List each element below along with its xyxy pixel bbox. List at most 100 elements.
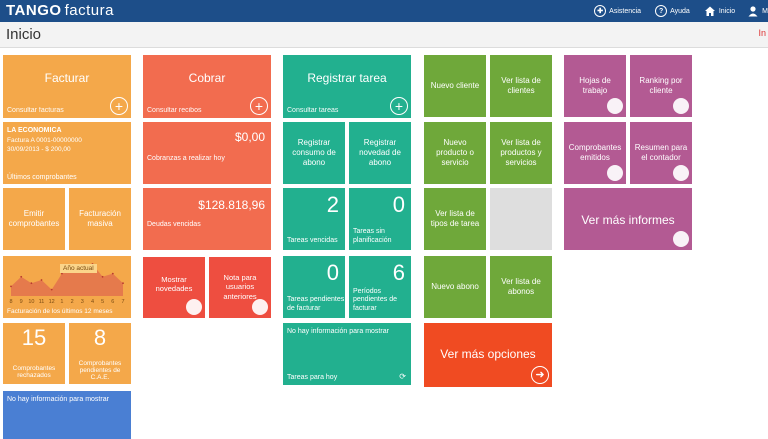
- nav-inicio-label: Inicio: [718, 7, 736, 15]
- tile-emitir-comprobantes[interactable]: Emitir comprobantes: [3, 188, 65, 250]
- tile-registrar-tarea[interactable]: Registrar tarea Consultar tareas +: [283, 55, 411, 118]
- tile-nuevo-cliente[interactable]: Nuevo cliente: [424, 55, 486, 117]
- tile-ver-tipos-tarea[interactable]: Ver lista de tipos de tarea: [424, 188, 486, 250]
- chart-tick-label: 6: [111, 299, 114, 305]
- gear-icon: [252, 299, 268, 315]
- tile-comprobantes-emitidos[interactable]: Comprobantes emitidos: [564, 122, 626, 184]
- tile-tareas-hoy[interactable]: No hay información para mostrar Tareas p…: [283, 323, 411, 385]
- tile-ranking-cliente[interactable]: Ranking por cliente: [630, 55, 692, 117]
- top-bar: TANGO factura ✚ Asistencia ? Ayuda Inicio M: [0, 0, 768, 22]
- gear-icon: [186, 299, 202, 315]
- tile-ver-mas-informes[interactable]: Ver más informes: [564, 188, 692, 250]
- plus-icon[interactable]: +: [390, 97, 408, 115]
- tile-ver-mas-opciones[interactable]: Ver más opciones ➜: [424, 323, 552, 387]
- tile-cobranzas-hoy[interactable]: $0,00 Cobranzas a realizar hoy: [143, 122, 271, 184]
- chart-point: [50, 288, 53, 291]
- tile-ultimos-comprobantes[interactable]: LA ECONOMICA Factura A 0001-00000000 30/…: [3, 122, 131, 184]
- tile-nuevo-abono[interactable]: Nuevo abono: [424, 256, 486, 318]
- help-icon: ?: [655, 5, 668, 17]
- tile-deudas-vencidas[interactable]: $128.818,96 Deudas vencidas: [143, 188, 271, 250]
- tile-registrar-novedad[interactable]: Registrar novedad de abono: [349, 122, 411, 184]
- chart-point: [122, 282, 124, 285]
- periodos-pend-label: Períodos pendientes de facturar: [353, 287, 397, 312]
- periodos-pend-count: 6: [392, 260, 405, 285]
- arrow-right-icon[interactable]: ➜: [531, 366, 549, 384]
- tareas-pend-label: Tareas pendientes de facturar: [287, 296, 345, 312]
- tile-nota-usuarios[interactable]: Nota para usuarios anteriores: [209, 257, 271, 318]
- tile-pendientes-cae[interactable]: 8 Comprobantes pendientes de C.A.E.: [69, 323, 131, 384]
- nuevo-cliente-label: Nuevo cliente: [430, 81, 480, 90]
- nav-user-label: M: [762, 7, 768, 15]
- tile-ver-productos[interactable]: Ver lista de productos y servicios: [490, 122, 552, 184]
- deudas-value: $128.818,96: [198, 198, 265, 212]
- tile-ver-clientes[interactable]: Ver lista de clientes: [490, 55, 552, 117]
- tile-periodos-pendientes[interactable]: 6 Períodos pendientes de facturar: [349, 256, 411, 318]
- nav-inicio[interactable]: Inicio: [704, 5, 735, 17]
- nota-usuarios-label: Nota para usuarios anteriores: [223, 273, 257, 301]
- cobranzas-label: Cobranzas a realizar hoy: [147, 155, 225, 162]
- consultar-tareas-link[interactable]: Consultar tareas: [287, 107, 338, 114]
- tile-registrar-consumo[interactable]: Registrar consumo de abono: [283, 122, 345, 184]
- tile-hojas-trabajo[interactable]: Hojas de trabajo: [564, 55, 626, 117]
- tile-tareas-pend-facturar[interactable]: 0 Tareas pendientes de facturar: [283, 256, 345, 318]
- brand-name: TANGO: [6, 2, 62, 19]
- tile-cobrar[interactable]: Cobrar Consultar recibos +: [143, 55, 271, 118]
- tareas-vencidas-label: Tareas vencidas: [287, 236, 338, 244]
- refresh-icon[interactable]: ⟳: [399, 372, 406, 381]
- chart-tick-label: 8: [9, 299, 12, 305]
- consultar-facturas-link[interactable]: Consultar facturas: [7, 107, 64, 114]
- tile-facturar[interactable]: Facturar Consultar facturas +: [3, 55, 131, 118]
- registrar-consumo-label: Registrar consumo de abono: [292, 138, 336, 167]
- chart-point: [40, 279, 43, 281]
- chart-point: [101, 275, 104, 278]
- empresa-name: LA ECONOMICA: [7, 127, 62, 134]
- document-icon: [673, 98, 689, 114]
- nav-ayuda-label: Ayuda: [670, 7, 690, 15]
- tile-mostrar-novedades[interactable]: Mostrar novedades: [143, 257, 205, 318]
- user-icon: [748, 6, 758, 17]
- tile-facturacion-masiva[interactable]: Facturación masiva: [69, 188, 131, 250]
- document-icon: [673, 231, 689, 247]
- hojas-trabajo-label: Hojas de trabajo: [579, 76, 611, 95]
- deudas-label: Deudas vencidas: [147, 221, 201, 228]
- tile-facturar-title: Facturar: [44, 71, 90, 85]
- title-right-link[interactable]: In: [758, 28, 766, 38]
- ver-productos-label: Ver lista de productos y servicios: [500, 138, 542, 167]
- home-icon: [704, 6, 715, 16]
- chart-caption: Facturación de los últimos 12 meses: [7, 308, 113, 315]
- ultimos-comprobantes-label: Últimos comprobantes: [7, 174, 77, 181]
- chart-tick-label: 3: [81, 299, 84, 305]
- nav-asistencia[interactable]: ✚ Asistencia: [594, 5, 641, 17]
- resumen-contador-label: Resumen para el contador: [634, 143, 688, 162]
- comprobantes-emitidos-label: Comprobantes emitidos: [568, 143, 622, 162]
- tile-tareas-sin-plan[interactable]: 0 Tareas sin planificación: [349, 188, 411, 250]
- tile-comprobantes-rechazados[interactable]: 15 Comprobantes rechazados: [3, 323, 65, 384]
- tareas-hoy-label: Tareas para hoy: [287, 374, 338, 381]
- mostrar-novedades-label: Mostrar novedades: [155, 275, 193, 294]
- tile-facturacion-chart[interactable]: 8 9 10 11 12 1 2 3 4 5 6 7 Año actual Facturación d…: [3, 256, 131, 318]
- chart-series-label: Año actual: [60, 264, 97, 273]
- chart-point: [10, 285, 12, 288]
- chart-tick-label: 9: [20, 299, 23, 305]
- tile-registrar-title: Registrar tarea: [307, 71, 387, 85]
- tile-resumen-contador[interactable]: Resumen para el contador: [630, 122, 692, 184]
- chart-tick-label: 11: [39, 299, 45, 305]
- emitir-label: Emitir comprobantes: [8, 209, 60, 228]
- nav-user[interactable]: M: [747, 5, 768, 17]
- nuevo-abono-label: Nuevo abono: [431, 282, 479, 291]
- plus-icon[interactable]: +: [110, 97, 128, 115]
- tile-nuevo-producto[interactable]: Nuevo producto o servicio: [424, 122, 486, 184]
- tareas-hoy-info: No hay información para mostrar: [287, 328, 389, 335]
- tile-tareas-vencidas[interactable]: 2 Tareas vencidas: [283, 188, 345, 250]
- facturacion-masiva-label: Facturación masiva: [79, 209, 121, 228]
- nav-ayuda[interactable]: ? Ayuda: [655, 5, 690, 17]
- no-info-label: No hay información para mostrar: [7, 396, 109, 403]
- ver-mas-informes-label: Ver más informes: [581, 213, 675, 227]
- tile-ver-abonos[interactable]: Ver lista de abonos: [490, 256, 552, 318]
- plus-icon[interactable]: +: [250, 97, 268, 115]
- consultar-recibos-link[interactable]: Consultar recibos: [147, 107, 201, 114]
- ranking-cliente-label: Ranking por cliente: [639, 76, 683, 95]
- tareas-sin-plan-count: 0: [392, 192, 405, 217]
- chart-point: [20, 275, 23, 278]
- tareas-sin-plan-label: Tareas sin planificación: [353, 228, 392, 244]
